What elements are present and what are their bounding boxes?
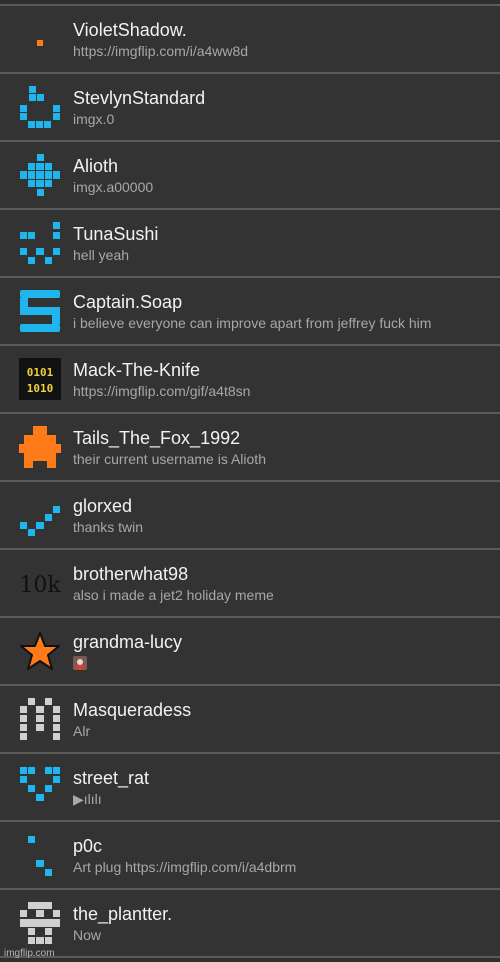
message-text: their current username is Alioth <box>73 451 266 467</box>
message-text: https://imgflip.com/gif/a4t8sn <box>73 383 251 399</box>
message-text: Alr <box>73 723 91 739</box>
username[interactable]: StevlynStandard <box>73 88 205 109</box>
username[interactable]: glorxed <box>73 496 132 517</box>
message-text: hell yeah <box>73 247 130 263</box>
gray-m-icon[interactable] <box>19 698 61 740</box>
username[interactable]: Mack-The-Knife <box>73 360 200 381</box>
message-text: also i made a jet2 holiday meme <box>73 587 274 603</box>
svg-text:1010: 1010 <box>27 382 54 395</box>
comment-list: VioletShadow. https://imgflip.com/i/a4ww… <box>0 6 500 958</box>
binary-icon[interactable]: 0101 1010 <box>19 358 61 400</box>
username[interactable]: Alioth <box>73 156 118 177</box>
list-item[interactable]: 0101 1010 Mack-The-Knife https://imgflip… <box>0 346 500 414</box>
list-item[interactable]: StevlynStandard imgx.0 <box>0 74 500 142</box>
message-text: imgx.0 <box>73 111 115 127</box>
blue-diamond-icon[interactable] <box>19 154 61 196</box>
list-item[interactable]: Masqueradess Alr <box>0 686 500 754</box>
list-item[interactable]: VioletShadow. https://imgflip.com/i/a4ww… <box>0 6 500 74</box>
list-item[interactable]: TunaSushi hell yeah <box>0 210 500 278</box>
list-item[interactable]: Alioth imgx.a00000 <box>0 142 500 210</box>
username[interactable]: grandma-lucy <box>73 632 182 653</box>
blue-heart-icon[interactable] <box>19 766 61 808</box>
username[interactable]: street_rat <box>73 768 149 789</box>
message-text <box>73 655 87 671</box>
message-text: Now <box>73 927 102 943</box>
list-item[interactable]: 10k brotherwhat98 also i made a jet2 hol… <box>0 550 500 618</box>
blue-dots-icon[interactable] <box>19 834 61 876</box>
orange-dot-icon[interactable] <box>19 18 61 60</box>
message-text: Art plug https://imgflip.com/i/a4dbrm <box>73 859 297 875</box>
username[interactable]: VioletShadow. <box>73 20 187 41</box>
image-emoji-icon <box>73 656 87 670</box>
text-10k-icon[interactable]: 10k <box>19 562 61 604</box>
username[interactable]: the_plantter. <box>73 904 172 925</box>
orange-star-icon[interactable] <box>19 630 61 672</box>
username[interactable]: Tails_The_Fox_1992 <box>73 428 240 449</box>
message-text: imgx.a00000 <box>73 179 154 195</box>
blue-smile-icon[interactable] <box>19 86 61 128</box>
list-item[interactable]: glorxed thanks twin <box>0 482 500 550</box>
message-text: thanks twin <box>73 519 144 535</box>
username[interactable]: brotherwhat98 <box>73 564 188 585</box>
username[interactable]: Captain.Soap <box>73 292 182 313</box>
gray-skull-icon[interactable] <box>19 902 61 944</box>
imgflip-watermark: imgflip.com <box>4 948 55 959</box>
list-item[interactable]: street_rat ▶ılılı <box>0 754 500 822</box>
list-item[interactable]: grandma-lucy <box>0 618 500 686</box>
list-item[interactable]: Tails_The_Fox_1992 their current usernam… <box>0 414 500 482</box>
username[interactable]: TunaSushi <box>73 224 158 245</box>
list-item[interactable]: Captain.Soap i believe everyone can impr… <box>0 278 500 346</box>
blue-face-icon[interactable] <box>19 222 61 264</box>
list-item[interactable]: the_plantter. Now <box>0 890 500 958</box>
username[interactable]: Masqueradess <box>73 700 191 721</box>
blue-s-icon[interactable] <box>19 290 61 332</box>
list-item[interactable]: p0c Art plug https://imgflip.com/i/a4dbr… <box>0 822 500 890</box>
message-text: i believe everyone can improve apart fro… <box>73 315 432 331</box>
message-text: ▶ılılı <box>73 791 102 807</box>
blue-check-icon[interactable] <box>19 494 61 536</box>
orange-blob-icon[interactable] <box>19 426 61 468</box>
message-text: https://imgflip.com/i/a4ww8d <box>73 43 249 59</box>
svg-text:0101: 0101 <box>27 366 54 379</box>
avatar-text: 10k <box>19 573 61 598</box>
username[interactable]: p0c <box>73 836 102 857</box>
